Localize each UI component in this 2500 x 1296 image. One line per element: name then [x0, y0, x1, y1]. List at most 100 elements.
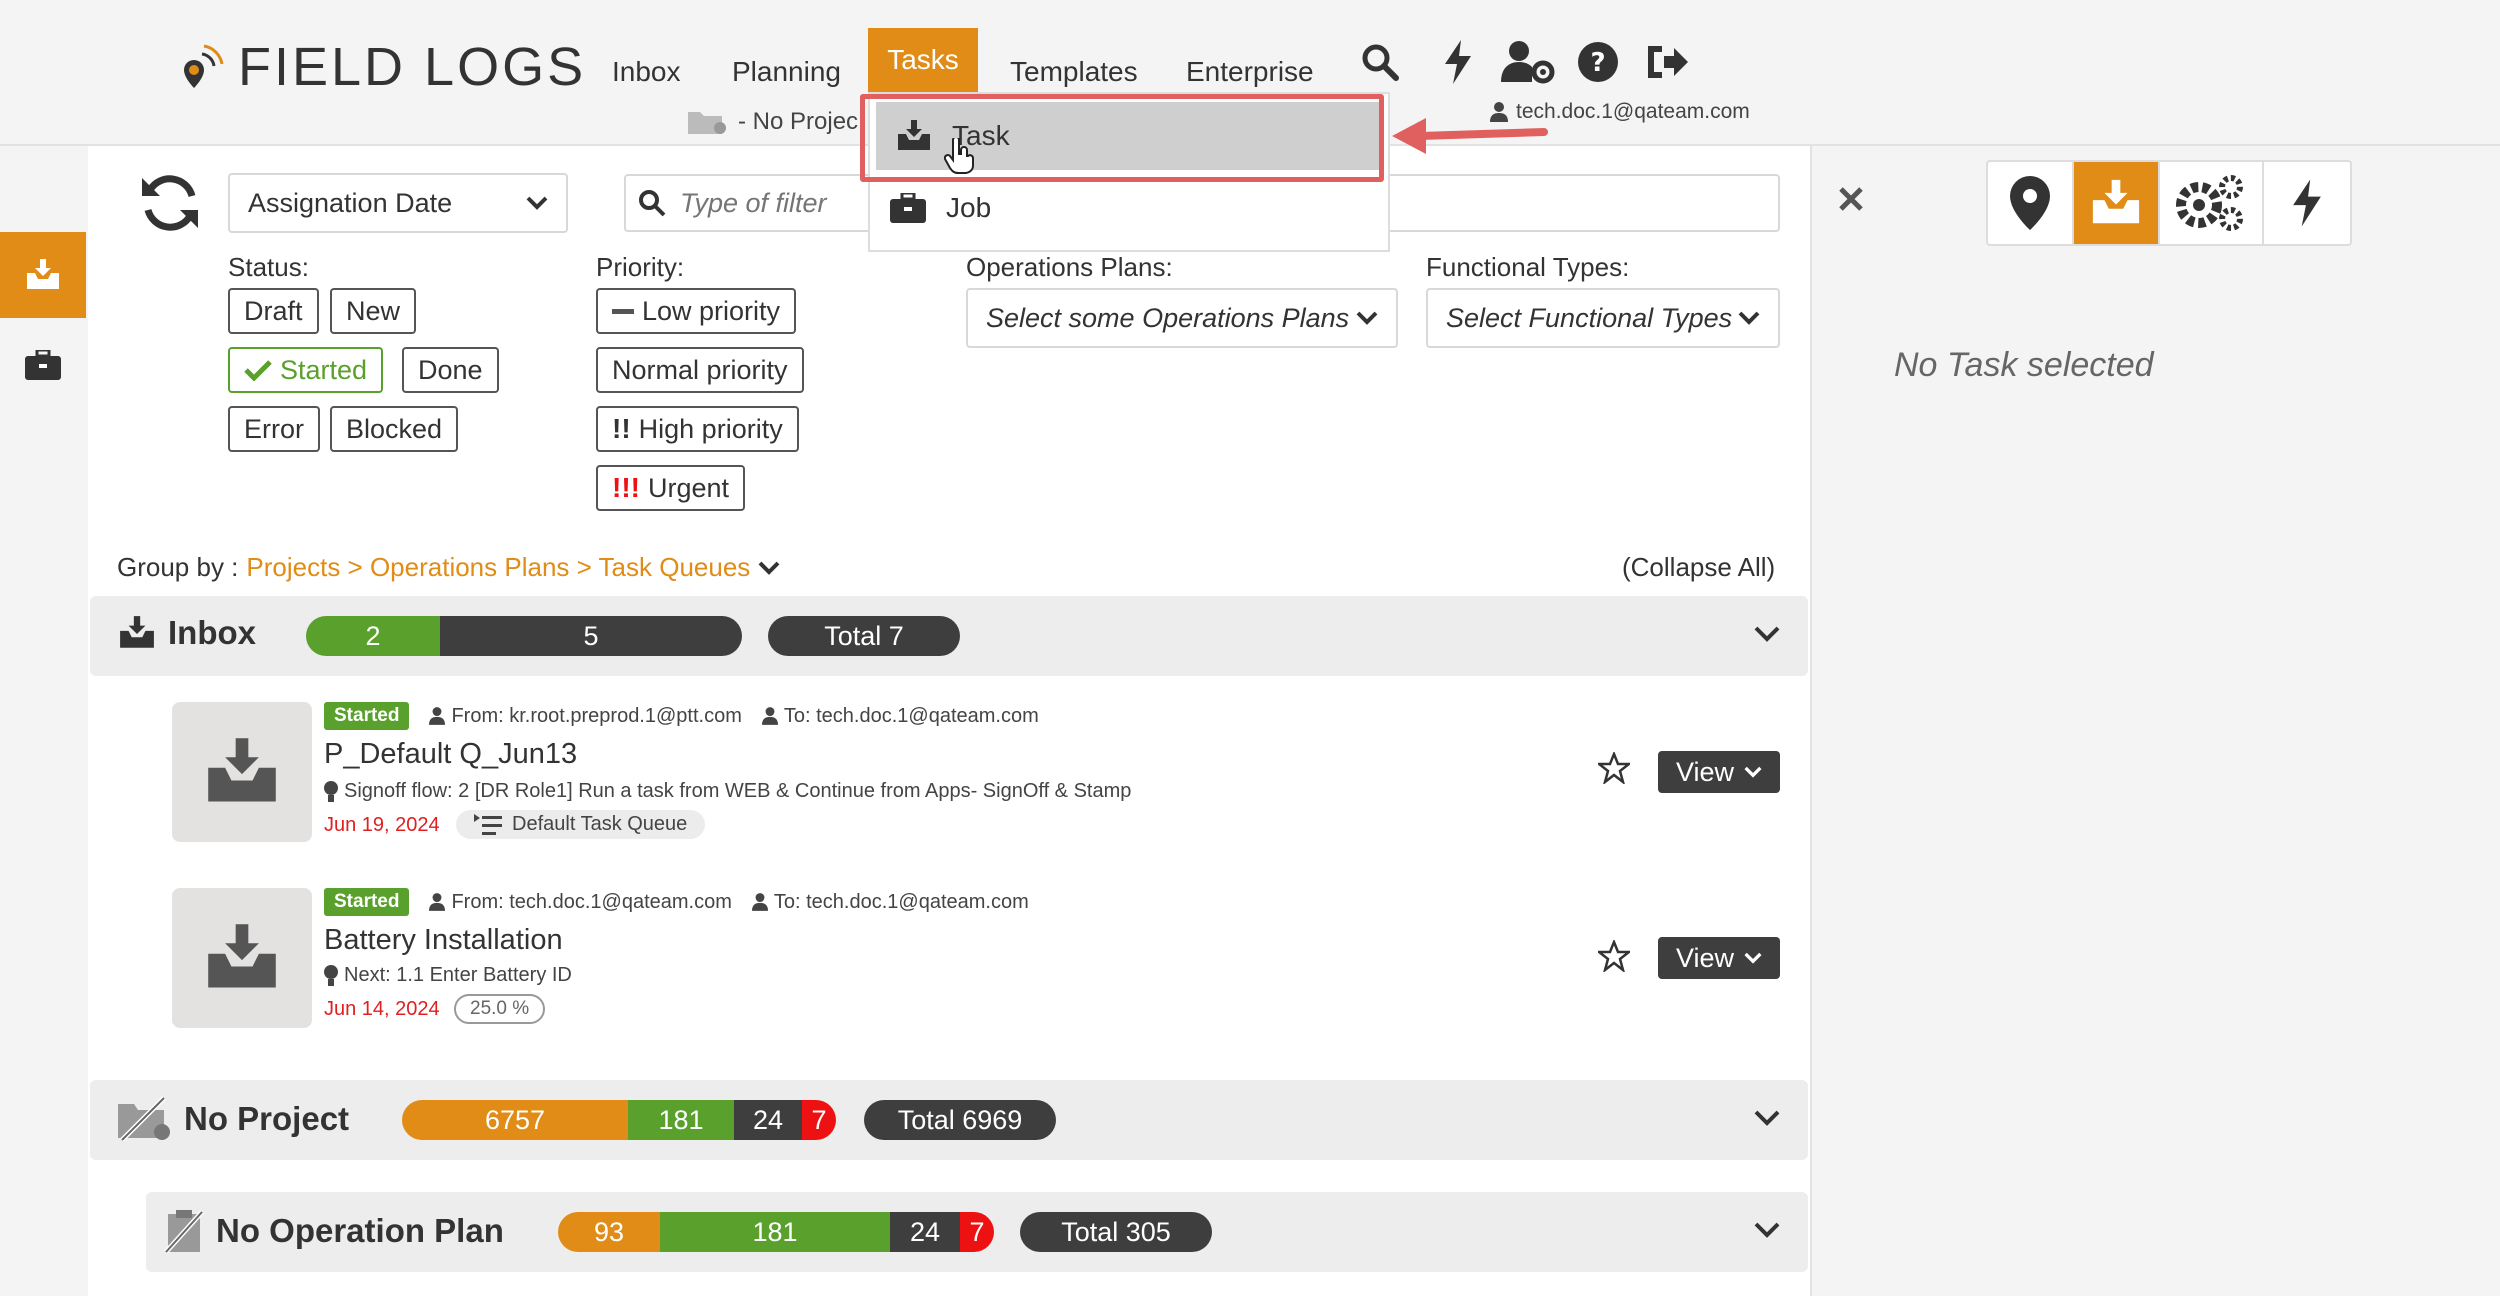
refresh-icon[interactable] — [140, 172, 200, 239]
app-logo[interactable]: FIELD LOGS — [180, 36, 586, 98]
logout-icon[interactable] — [1638, 32, 1694, 92]
priority-tag-high[interactable]: !! High priority — [596, 406, 799, 452]
gears-icon[interactable] — [2160, 162, 2264, 244]
view-button[interactable]: View — [1658, 751, 1780, 793]
no-project-group-title-text: No Project — [184, 1100, 350, 1137]
inbox-download-icon[interactable] — [2074, 162, 2160, 244]
nav-planning[interactable]: Planning — [712, 38, 861, 106]
chevron-down-icon[interactable] — [1754, 626, 1780, 647]
no-task-selected-text: No Task selected — [1894, 346, 2154, 384]
chevron-down-icon — [1356, 311, 1378, 325]
status-tag-error[interactable]: Error — [228, 406, 320, 452]
status-tag-done[interactable]: Done — [402, 347, 499, 393]
functional-types-placeholder: Select Functional Types — [1446, 302, 1733, 333]
chevron-down-icon[interactable] — [1754, 1110, 1780, 1131]
task-to: To: tech.doc.1@qateam.com — [751, 890, 1029, 914]
user-email: tech.doc.1@qateam.com — [1516, 100, 1750, 123]
view-button-label: View — [1675, 756, 1735, 787]
rail-job-button[interactable] — [0, 340, 86, 390]
task-to: To: tech.doc.1@qateam.com — [761, 705, 1039, 728]
task-from: From: kr.root.preprod.1@ptt.com — [429, 705, 742, 728]
priority-tag-urgent-label: Urgent — [647, 472, 730, 503]
inbox-group-title-text: Inbox — [168, 614, 256, 651]
task-status-badge: Started — [324, 888, 410, 916]
status-tag-draft[interactable]: Draft — [228, 288, 319, 334]
star-icon[interactable] — [1595, 938, 1633, 977]
sort-select[interactable]: Assignation Date — [228, 173, 568, 233]
task-from-text: From: tech.doc.1@qateam.com — [451, 890, 732, 913]
inbox-progress-bar: 2 5 — [306, 616, 742, 656]
logo-text: FIELD LOGS — [238, 37, 587, 97]
no-opplan-progress-bar: 93 181 24 7 — [558, 1212, 994, 1252]
close-icon[interactable] — [1838, 186, 1864, 217]
star-icon[interactable] — [1595, 750, 1633, 789]
annotation-highlight-box — [860, 94, 1384, 182]
left-rail — [0, 146, 88, 1296]
search-icon — [639, 190, 666, 217]
priority-tag-urgent[interactable]: !!! Urgent — [596, 465, 746, 511]
view-button[interactable]: View — [1658, 937, 1780, 979]
priority-tag-low[interactable]: Low priority — [596, 288, 797, 334]
project-selector[interactable]: - No Projec — [688, 108, 858, 136]
task-info: Next: 1.1 Enter Battery ID — [324, 964, 572, 987]
map-pin-icon[interactable] — [1988, 162, 2074, 244]
folder-gear-icon — [688, 112, 726, 134]
user-icon — [429, 893, 446, 911]
group-by-path[interactable]: Projects > Operations Plans > Task Queue… — [246, 552, 750, 583]
detail-toolbar — [1986, 160, 2352, 246]
group-by-bar: Group by : Projects > Operations Plans >… — [117, 552, 780, 583]
hand-cursor-icon — [943, 136, 974, 179]
no-opplan-group-title: No Operation Plan — [164, 1208, 504, 1254]
task-status-badge: Started — [324, 702, 410, 730]
task-progress: 25.0 % — [454, 994, 546, 1024]
check-icon — [244, 360, 272, 381]
no-opplan-total: Total 305 — [1020, 1212, 1212, 1252]
chevron-down-icon — [1744, 952, 1762, 964]
inbox-download-icon — [208, 924, 276, 988]
search-icon[interactable] — [1352, 32, 1408, 92]
briefcase-icon — [890, 193, 926, 223]
lightbulb-icon — [324, 780, 338, 802]
task-thumbnail[interactable] — [172, 888, 312, 1028]
no-project-count-dark: 24 — [734, 1100, 802, 1140]
functional-types-select[interactable]: Select Functional Types — [1426, 288, 1780, 348]
no-project-total: Total 6969 — [864, 1100, 1056, 1140]
task-to-text: To: tech.doc.1@qateam.com — [773, 890, 1029, 913]
nav-tasks[interactable]: Tasks — [868, 28, 978, 92]
inbox-count-green: 2 — [306, 616, 440, 656]
task-thumbnail[interactable] — [172, 702, 312, 842]
menu-item-job[interactable]: Job — [870, 174, 1388, 242]
status-tag-blocked[interactable]: Blocked — [330, 406, 459, 452]
priority-tag-low-label: Low priority — [642, 295, 781, 326]
collapse-all-link[interactable]: (Collapse All) — [1622, 552, 1775, 583]
user-settings-icon[interactable] — [1500, 32, 1556, 92]
project-label: - No Projec — [738, 108, 859, 135]
no-project-count-green: 181 — [628, 1100, 734, 1140]
task-title[interactable]: Battery Installation — [324, 924, 563, 957]
status-tag-new[interactable]: New — [330, 288, 417, 334]
status-tag-started[interactable]: Started — [228, 347, 384, 393]
no-opplan-group-title-text: No Operation Plan — [216, 1212, 504, 1249]
clipboard-slash-icon — [164, 1210, 204, 1254]
task-from: From: tech.doc.1@qateam.com — [429, 890, 732, 914]
task-title[interactable]: P_Default Q_Jun13 — [324, 738, 577, 771]
ops-plans-label: Operations Plans: — [966, 252, 1173, 282]
chevron-down-icon[interactable] — [1754, 1222, 1780, 1243]
priority-tag-normal[interactable]: Normal priority — [596, 347, 804, 393]
lightning-icon[interactable] — [2264, 162, 2350, 244]
chevron-down-icon[interactable] — [758, 561, 780, 575]
user-icon — [761, 707, 778, 725]
help-icon[interactable]: ? — [1570, 32, 1626, 92]
chevron-down-icon — [1744, 766, 1762, 778]
task-meta-row: Started From: kr.root.preprod.1@ptt.com … — [324, 702, 1039, 730]
briefcase-icon — [25, 350, 61, 380]
rail-inbox-button[interactable] — [0, 232, 86, 318]
lightning-icon[interactable] — [1430, 32, 1486, 92]
task-queue-chip: Default Task Queue — [456, 810, 706, 839]
task-meta-row: Started From: tech.doc.1@qateam.com To: … — [324, 888, 1029, 916]
ops-plans-select[interactable]: Select some Operations Plans — [966, 288, 1398, 348]
inbox-download-icon — [208, 738, 276, 802]
task-detail-panel — [1810, 146, 2500, 1296]
view-button-label: View — [1675, 942, 1735, 973]
nav-inbox[interactable]: Inbox — [592, 38, 701, 106]
